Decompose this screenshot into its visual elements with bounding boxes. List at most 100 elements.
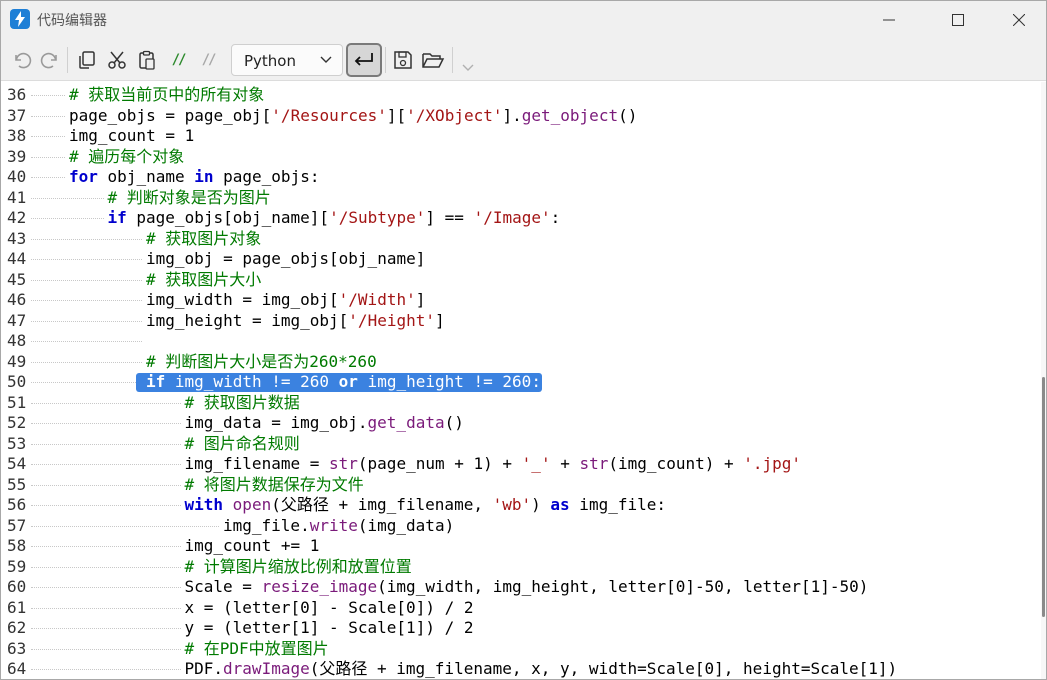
code-line[interactable]: 46 img_width = img_obj['/Width']: [1, 290, 1041, 311]
line-number: 38: [7, 126, 27, 145]
word-wrap-toggle[interactable]: [346, 43, 382, 77]
code-token: '_': [521, 454, 551, 473]
toolbar-divider: [385, 47, 386, 73]
uncomment-button[interactable]: //: [195, 47, 221, 73]
paste-icon: [139, 50, 155, 70]
open-folder-button[interactable]: [420, 47, 446, 73]
line-number: 55: [7, 474, 27, 494]
code-line[interactable]: 48: [1, 331, 1041, 352]
title-bar: 代码编辑器: [1, 1, 1046, 39]
comment-button[interactable]: //: [165, 47, 191, 73]
code-text: # 获取当前页中的所有对象: [69, 85, 264, 106]
code-text: # 计算图片缩放比例和放置位置: [185, 557, 412, 578]
undo-icon: [15, 52, 32, 69]
code-line[interactable]: 45 # 获取图片大小: [1, 270, 1041, 291]
code-line[interactable]: 49 # 判断图片大小是否为260*260: [1, 352, 1041, 373]
code-line[interactable]: 64 PDF.drawImage(父路径 + img_filename, x, y…: [1, 659, 1041, 679]
code-token: (): [444, 413, 464, 432]
code-token: '/XObject': [406, 105, 503, 125]
save-button[interactable]: [390, 47, 416, 73]
code-line[interactable]: 44 img_obj = page_objs[obj_name]: [1, 249, 1041, 270]
code-editor[interactable]: 36 # 获取当前页中的所有对象 37 page_objs = page_obj[ '/…: [1, 82, 1041, 679]
code-token: img_filename =: [184, 454, 329, 473]
code-line[interactable]: 62 y = (letter[1] - Scale[1]) / 2: [1, 618, 1041, 639]
code-line[interactable]: 59 # 计算图片缩放比例和放置位置: [1, 557, 1041, 578]
line-number: 60: [7, 577, 27, 596]
code-line[interactable]: 43 # 获取图片对象: [1, 229, 1041, 250]
line-number: 44: [7, 249, 27, 268]
code-text: PDF.drawImage(父路径 + img_filename, x, y, …: [185, 659, 898, 679]
code-text: # 获取图片数据: [185, 393, 300, 414]
code-line[interactable]: 60 Scale = resize_image(img_width, img_he…: [1, 577, 1041, 598]
code-line[interactable]: 36 # 获取当前页中的所有对象: [1, 85, 1041, 106]
code-line[interactable]: 40 for obj_name in page_objs:: [1, 167, 1041, 188]
code-token: # 在PDF中放置图片: [184, 638, 329, 658]
line-number: 52: [7, 413, 27, 432]
line-number: 46: [7, 290, 27, 309]
line-number: 37: [7, 105, 27, 125]
minimize-button[interactable]: [866, 1, 912, 39]
code-line[interactable]: 37 page_objs = page_obj['/Resources']['/X…: [1, 106, 1041, 127]
vertical-scrollbar[interactable]: [1041, 82, 1046, 679]
code-text: img_width = img_obj['/Width']: [146, 290, 425, 311]
line-number: 54: [7, 454, 27, 473]
code-token: page_objs = page_obj[: [69, 105, 272, 125]
code-line[interactable]: 47 img_height = img_obj['/Height']: [1, 311, 1041, 332]
copy-button[interactable]: [74, 47, 100, 73]
maximize-button[interactable]: [935, 1, 981, 39]
indent-guide: [31, 464, 181, 465]
code-token: img_height != 260:: [357, 372, 541, 391]
indent-guide: [31, 238, 142, 240]
code-line[interactable]: 58 img_count += 1: [1, 536, 1041, 557]
code-text: Scale = resize_image(img_width, img_heig…: [185, 577, 869, 598]
code-token: # 遍历每个对象: [69, 146, 185, 166]
code-line[interactable]: 53 # 图片命名规则: [1, 434, 1041, 455]
code-line[interactable]: 52 img_data = img_obj.get_data(): [1, 413, 1041, 434]
code-line[interactable]: 54 img_filename = str(page_num + 1) + '_'…: [1, 454, 1041, 475]
code-token: if: [107, 208, 127, 227]
code-line[interactable]: 51 # 获取图片数据: [1, 393, 1041, 414]
more-button[interactable]: [455, 55, 481, 81]
language-select[interactable]: Python: [231, 44, 343, 76]
cut-button[interactable]: [104, 47, 130, 73]
paste-button[interactable]: [134, 47, 160, 73]
code-line[interactable]: 42 if page_objs[obj_name]['/Subtype'] == …: [1, 208, 1041, 229]
code-line[interactable]: 41 # 判断对象是否为图片: [1, 188, 1041, 209]
code-token: (父路径 + img_filename,: [271, 495, 493, 514]
scrollbar-thumb[interactable]: [1042, 377, 1045, 617]
code-token: img_height = img_obj[: [146, 310, 349, 330]
code-token: obj_name: [97, 167, 195, 186]
code-line[interactable]: 55 # 将图片数据保存为文件: [1, 475, 1041, 496]
code-token: img_count += 1: [184, 536, 320, 555]
code-token: # 判断图片大小是否为260*260: [146, 351, 377, 371]
line-number: 43: [7, 228, 27, 248]
code-line[interactable]: 39 # 遍历每个对象: [1, 147, 1041, 168]
code-line[interactable]: 50 if img_width != 260 or img_height != 2…: [1, 372, 1041, 393]
code-line[interactable]: 56 with open(父路径 + img_filename, 'wb') as…: [1, 495, 1041, 516]
code-token: get_object: [521, 105, 619, 125]
indent-guide: [31, 423, 181, 424]
indent-guide: [31, 300, 142, 301]
indent-guide: [31, 566, 181, 568]
code-line[interactable]: 61 x = (letter[0] - Scale[0]) / 2: [1, 598, 1041, 619]
code-token: (page_num + 1) +: [357, 454, 522, 473]
redo-button[interactable]: [37, 47, 63, 73]
line-number: 59: [7, 556, 27, 576]
code-text: x = (letter[0] - Scale[0]) / 2: [185, 598, 474, 619]
wrap-icon: [354, 53, 373, 66]
code-text: img_filename = str(page_num + 1) + '_' +…: [185, 454, 802, 475]
indent-guide: [31, 156, 65, 158]
code-token: '/Subtype': [329, 208, 426, 227]
close-button[interactable]: [996, 1, 1042, 39]
undo-button[interactable]: [9, 47, 35, 73]
toolbar-divider: [452, 47, 453, 73]
code-line[interactable]: 38 img_count = 1: [1, 126, 1041, 147]
code-token: img_obj = page_objs[obj_name]: [146, 249, 426, 268]
code-line[interactable]: 57 img_file.write(img_data): [1, 516, 1041, 537]
code-token: # 获取图片数据: [184, 392, 300, 412]
code-token: ][: [386, 105, 407, 125]
line-number: 45: [7, 269, 27, 289]
indent-guide: [31, 669, 181, 670]
code-line[interactable]: 63 # 在PDF中放置图片: [1, 639, 1041, 660]
code-token: '/Image': [473, 208, 551, 227]
